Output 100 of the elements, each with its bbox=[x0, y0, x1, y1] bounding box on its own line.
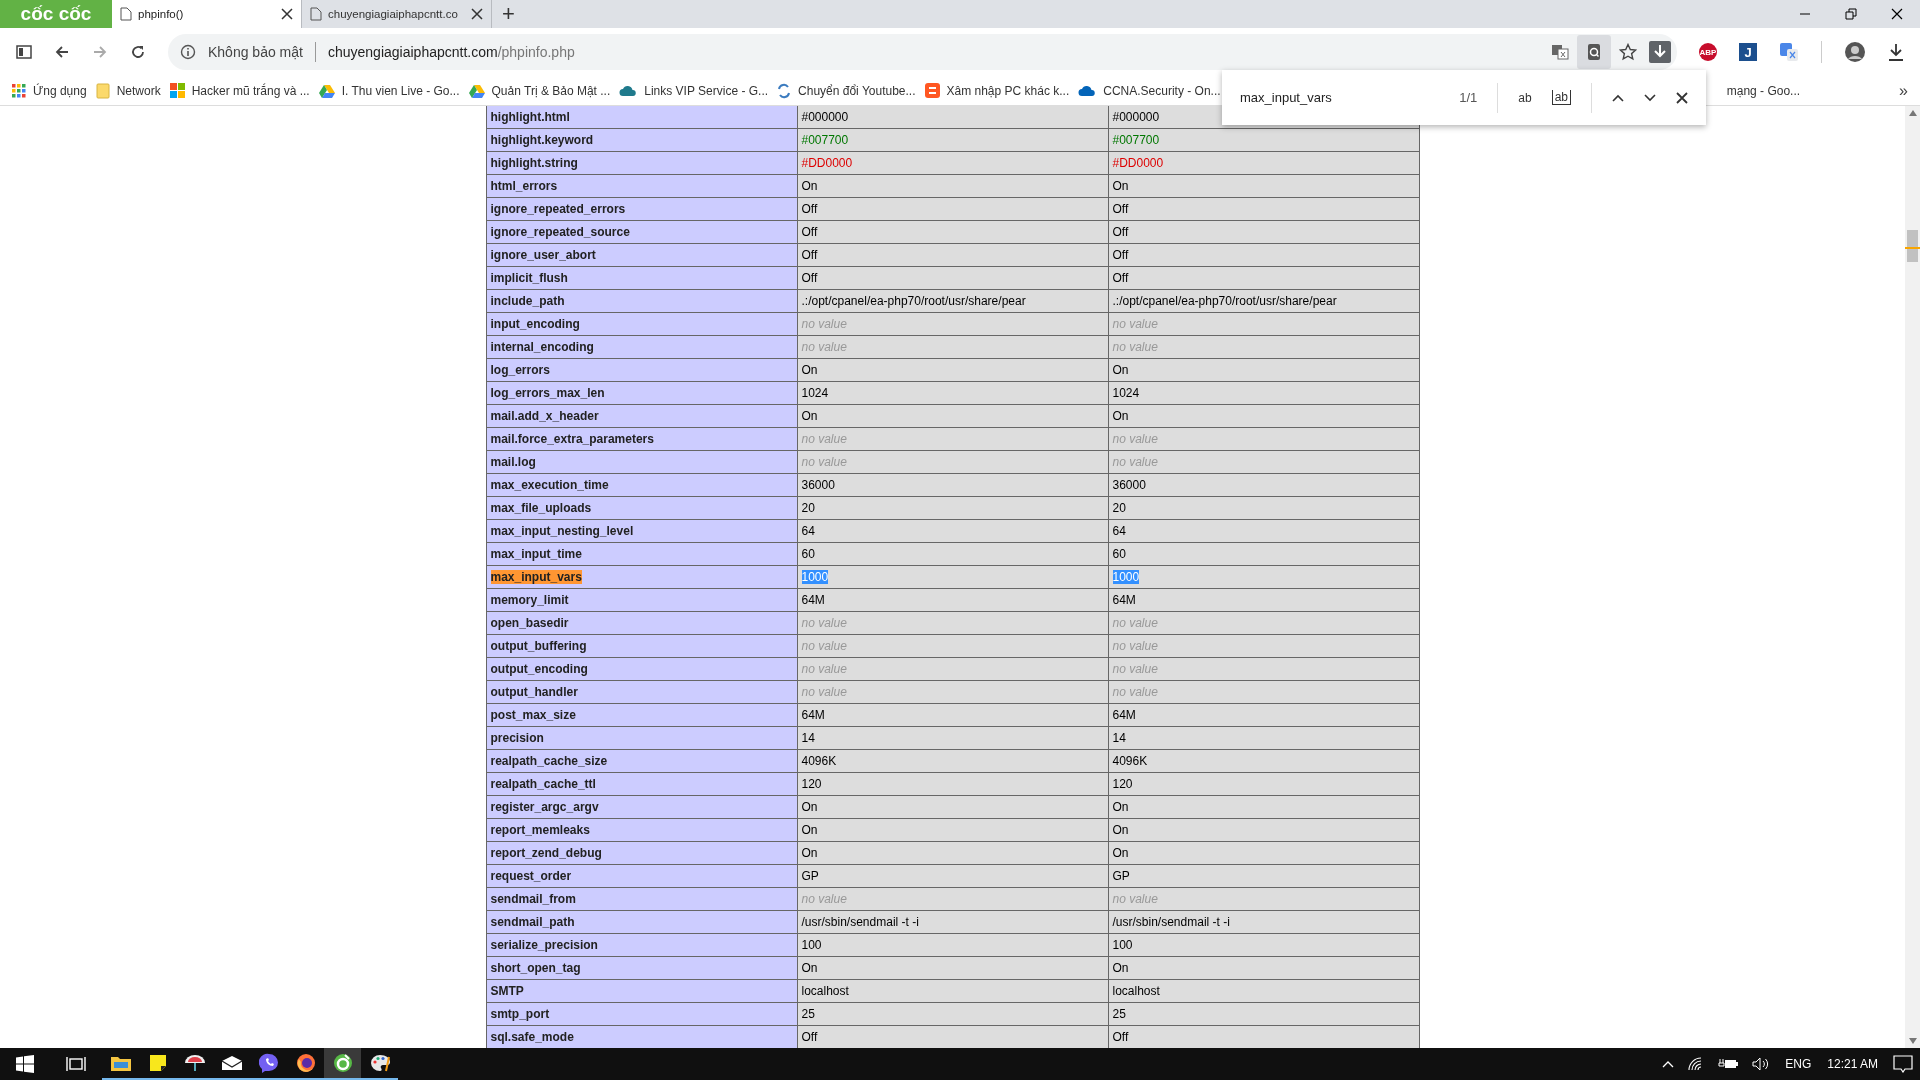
setting-value: 36000 bbox=[1108, 473, 1419, 497]
bookmark[interactable]: Chuyển đổi Youtube... bbox=[777, 82, 916, 99]
taskbar-app[interactable] bbox=[324, 1048, 361, 1080]
setting-value: 60 bbox=[1108, 542, 1419, 566]
setting-value: 100 bbox=[797, 933, 1108, 957]
setting-name: request_order bbox=[486, 864, 797, 888]
setting-name: include_path bbox=[486, 289, 797, 313]
setting-name: max_execution_time bbox=[486, 473, 797, 497]
bookmark[interactable]: Xâm nhập PC khác k... bbox=[924, 83, 1070, 98]
setting-value: .:/opt/cpanel/ea-php70/root/usr/share/pear bbox=[1108, 289, 1419, 313]
new-tab-button[interactable]: + bbox=[492, 3, 525, 25]
battery-plug-icon[interactable] bbox=[1718, 1058, 1739, 1070]
setting-name: precision bbox=[486, 726, 797, 750]
setting-name: short_open_tag bbox=[486, 956, 797, 980]
scrollbar-thumb[interactable] bbox=[1907, 230, 1918, 262]
bookmark[interactable]: CCNA.Security - On... bbox=[1078, 83, 1221, 98]
setting-value: no value bbox=[1108, 634, 1419, 658]
setting-value: #DD0000 bbox=[797, 151, 1108, 175]
setting-value: localhost bbox=[1108, 979, 1419, 1003]
translate-icon[interactable] bbox=[1551, 43, 1569, 61]
scrollbar[interactable] bbox=[1905, 106, 1920, 1048]
star-icon[interactable] bbox=[1619, 43, 1637, 61]
download-icon[interactable] bbox=[1888, 43, 1904, 61]
notification-icon[interactable] bbox=[1893, 1055, 1913, 1073]
chevron-down-icon[interactable] bbox=[1644, 93, 1656, 102]
setting-value: 64M bbox=[1108, 588, 1419, 612]
scroll-down-icon[interactable] bbox=[1908, 1038, 1917, 1044]
setting-value: 64 bbox=[797, 519, 1108, 543]
start-icon[interactable] bbox=[16, 1055, 34, 1073]
setting-name: SMTP bbox=[486, 979, 797, 1003]
find-icon[interactable] bbox=[1577, 35, 1611, 69]
volume-icon[interactable] bbox=[1752, 1057, 1771, 1071]
restore-icon[interactable] bbox=[1845, 8, 1857, 20]
whole-word-toggle[interactable]: ab bbox=[1551, 90, 1571, 105]
setting-value: On bbox=[797, 956, 1108, 980]
setting-name: output_handler bbox=[486, 680, 797, 704]
setting-value: 64M bbox=[1108, 703, 1419, 727]
avatar-icon[interactable] bbox=[1844, 41, 1866, 63]
back-icon[interactable] bbox=[54, 44, 70, 60]
setting-name: implicit_flush bbox=[486, 266, 797, 290]
setting-value: 64M bbox=[797, 703, 1108, 727]
sidebar-icon[interactable] bbox=[16, 45, 32, 59]
extension-button[interactable]: J bbox=[1739, 43, 1757, 61]
setting-value: no value bbox=[797, 312, 1108, 336]
scroll-up-icon[interactable] bbox=[1908, 110, 1917, 116]
close-icon[interactable] bbox=[1891, 8, 1903, 20]
close-icon[interactable] bbox=[1676, 91, 1688, 104]
bookmark[interactable]: Network bbox=[95, 82, 161, 99]
setting-name: max_input_nesting_level bbox=[486, 519, 797, 543]
bookmark-label: Ứng dụng bbox=[33, 83, 87, 98]
setting-name: report_memleaks bbox=[486, 818, 797, 842]
bookmark[interactable]: Ứng dụng bbox=[12, 83, 87, 98]
setting-value: 1000 bbox=[1108, 565, 1419, 589]
cloud-icon bbox=[619, 84, 638, 97]
setting-name: max_input_vars bbox=[486, 565, 797, 589]
more-bookmarks-button[interactable]: » bbox=[1899, 81, 1908, 100]
setting-name: report_zend_debug bbox=[486, 841, 797, 865]
adblock-button[interactable]: ABP bbox=[1699, 43, 1717, 61]
language-indicator[interactable]: ENG bbox=[1785, 1057, 1812, 1071]
find-field[interactable]: max_input_vars bbox=[1240, 90, 1440, 105]
bookmark[interactable]: Hacker mũ trắng và ... bbox=[169, 83, 310, 98]
cloud-icon bbox=[1078, 84, 1097, 97]
address-bar[interactable]: Không bảo mật chuyengiagiaiphapcntt.com/phpinfo.php bbox=[168, 34, 1677, 70]
umbrella-icon bbox=[183, 1054, 206, 1072]
setting-name: ignore_user_abort bbox=[486, 243, 797, 267]
setting-value: localhost bbox=[797, 979, 1108, 1003]
browser-tab[interactable]: phpinfo() bbox=[112, 0, 302, 28]
setting-value: Off bbox=[1108, 1025, 1419, 1048]
match-case-toggle[interactable]: ab bbox=[1518, 90, 1532, 105]
setting-name: serialize_precision bbox=[486, 933, 797, 957]
setting-value: no value bbox=[797, 887, 1108, 911]
setting-value: 20 bbox=[1108, 496, 1419, 520]
setting-value: On bbox=[797, 404, 1108, 428]
setting-value: Off bbox=[797, 1025, 1108, 1048]
security-label: Không bảo mật bbox=[208, 44, 303, 60]
clock[interactable]: 12:21 AM bbox=[1827, 1057, 1878, 1071]
bookmark[interactable]: Quản Trị & Bảo Mật ... bbox=[468, 83, 611, 98]
bookmark[interactable]: I. Thu vien Live - Go... bbox=[318, 83, 460, 98]
bookmark[interactable]: mạng - Goo... bbox=[1726, 83, 1801, 98]
setting-value: GP bbox=[1108, 864, 1419, 888]
reload-icon[interactable] bbox=[130, 44, 146, 60]
setting-value: no value bbox=[1108, 335, 1419, 359]
setting-name: highlight.keyword bbox=[486, 128, 797, 152]
download-icon[interactable] bbox=[1649, 41, 1671, 63]
close-icon[interactable] bbox=[281, 8, 293, 20]
setting-value: 20 bbox=[797, 496, 1108, 520]
blog-icon bbox=[924, 83, 940, 98]
setting-value: Off bbox=[797, 220, 1108, 244]
bookmark[interactable]: Links VIP Service - G... bbox=[619, 83, 769, 98]
setting-value: no value bbox=[1108, 312, 1419, 336]
close-icon[interactable] bbox=[471, 8, 483, 20]
task-view-icon[interactable] bbox=[66, 1055, 86, 1073]
setting-value: Off bbox=[797, 197, 1108, 221]
translate-icon[interactable] bbox=[1779, 42, 1799, 62]
chevron-up-icon[interactable] bbox=[1612, 93, 1624, 102]
bookmark-label: Chuyển đổi Youtube... bbox=[798, 83, 916, 98]
setting-name: realpath_cache_size bbox=[486, 749, 797, 773]
setting-value: no value bbox=[797, 634, 1108, 658]
setting-value: no value bbox=[797, 611, 1108, 635]
mail-icon bbox=[221, 1056, 242, 1070]
